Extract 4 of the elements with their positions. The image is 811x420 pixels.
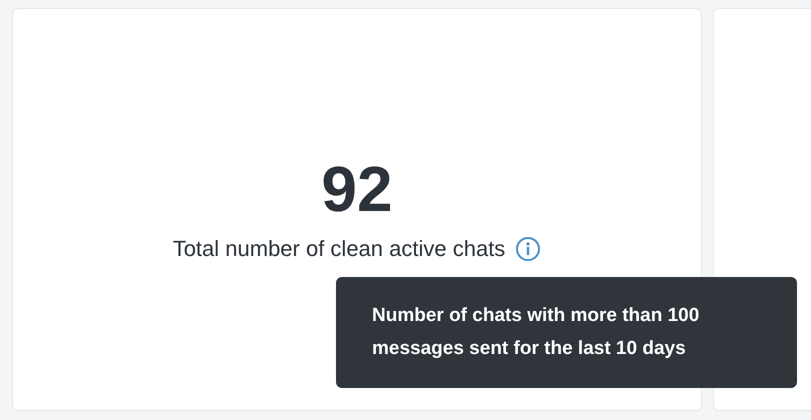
stat-label: Total number of clean active chats — [172, 235, 506, 263]
info-icon[interactable] — [515, 236, 542, 262]
tooltip: Number of chats with more than 100 messages sent for the last 10 days — [336, 277, 797, 388]
stat-value: 92 — [321, 154, 393, 224]
